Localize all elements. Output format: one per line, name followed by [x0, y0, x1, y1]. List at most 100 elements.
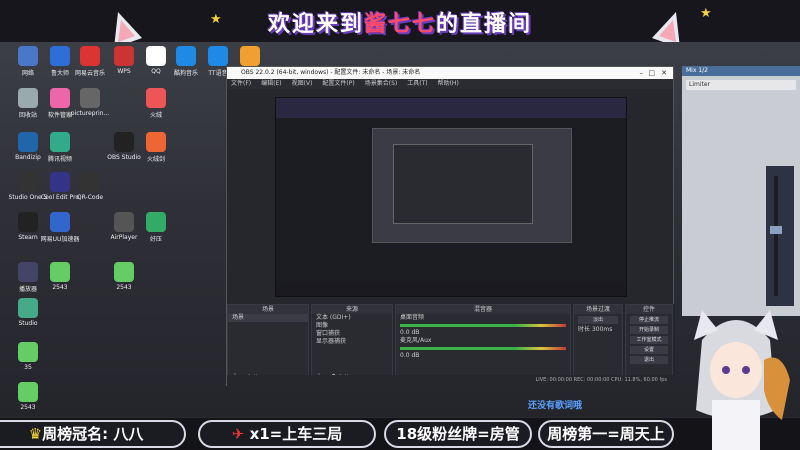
transitions-dock: 场景过渡 淡出 时长 300ms	[573, 304, 623, 384]
source-item[interactable]: 文本 (GDI+)	[312, 314, 392, 322]
fan-pill: 18级粉丝牌=房管	[384, 420, 532, 448]
studio-mixer-panel: Mix 1/2 Limiter	[682, 66, 800, 316]
fan-text: 18级粉丝牌=房管	[396, 425, 520, 443]
desktop-icon[interactable]: 35	[4, 342, 52, 371]
preview-bottom-bar	[276, 281, 626, 296]
obs-status-bar: LIVE: 00:00:00 REC: 00:00:00 CPU: 11.8%,…	[227, 375, 675, 385]
desktop-icon-label: 2543	[52, 284, 68, 291]
app-icon	[146, 132, 166, 152]
app-icon	[146, 212, 166, 232]
menu-item[interactable]: 帮助(H)	[438, 80, 459, 87]
app-icon	[18, 172, 38, 192]
desktop-icon-label: 好压	[149, 236, 162, 243]
app-icon	[208, 46, 228, 66]
weekly-sponsor-pill: ♛周榜冠名: 八八	[0, 420, 186, 448]
obs-menubar: 文件(F) 编辑(E) 视图(V) 配置文件(P) 场景集合(S) 工具(T) 帮助(H)	[227, 79, 673, 89]
app-icon	[18, 262, 38, 282]
minimize-icon[interactable]: –	[640, 67, 644, 79]
week1-pill: 周榜第一=周天上车	[538, 420, 674, 450]
banner-title-part: 欢迎来到	[267, 12, 364, 37]
desktop-icon[interactable]: 火绒	[132, 88, 180, 119]
menu-item[interactable]: 场景集合(S)	[365, 80, 398, 87]
app-icon	[176, 46, 196, 66]
week1-text: 周榜第一=周天上车	[547, 425, 665, 450]
crown-icon: ♛	[28, 425, 43, 443]
desktop-icon[interactable]: 好压	[132, 212, 180, 243]
app-icon	[18, 298, 38, 318]
obs-titlebar: OBS 22.0.2 (64-bit, windows) - 配置文件: 未命名…	[227, 67, 673, 79]
audio-channel-label: 麦克风/Aux	[400, 337, 432, 344]
mixer-title: Mix 1/2	[682, 66, 800, 76]
close-icon[interactable]: ✕	[661, 67, 667, 79]
mixer-header: 混音器	[396, 305, 570, 314]
desktop-icon[interactable]: pictureprin...	[66, 88, 114, 117]
desktop-icon[interactable]: 2543	[36, 262, 84, 291]
audio-meter	[400, 347, 566, 350]
scene-item[interactable]: 场景	[228, 314, 308, 322]
stop-streaming-button[interactable]: 停止推流	[630, 316, 668, 324]
duration-label: 时长	[578, 326, 591, 333]
app-icon	[80, 172, 100, 192]
desktop-icon-label: 2543	[20, 404, 36, 411]
menu-item[interactable]: 编辑(E)	[261, 80, 281, 87]
desktop-icon[interactable]: 火绒剑	[132, 132, 180, 163]
banner-title: 欢迎来到酱七七的直播间	[0, 6, 800, 38]
weekly-name: 八八	[113, 425, 144, 443]
preview-banner	[276, 98, 626, 118]
desktop-icon[interactable]: 2543	[100, 262, 148, 291]
desktop-icon-label: 网易UU加速器	[40, 236, 80, 243]
exit-button[interactable]: 退出	[630, 356, 668, 364]
app-icon	[80, 88, 100, 108]
desktop-icon[interactable]: 网易UU加速器	[36, 212, 84, 243]
app-icon	[114, 262, 134, 282]
desktop-icon[interactable]: Bandizip	[4, 132, 52, 161]
obs-preview[interactable]	[275, 97, 627, 297]
desktop-icon-label: pictureprin...	[70, 110, 110, 117]
app-icon	[18, 382, 38, 402]
obs-docks: 场景 场景 ＋ − ∧ ∨ 来源 文本 (GDI+) 图像 窗口捕获 显示器捕获…	[227, 304, 675, 386]
app-icon	[18, 46, 38, 66]
transition-select[interactable]: 淡出	[578, 316, 618, 324]
obs-title: OBS 22.0.2 (64-bit, windows) - 配置文件: 未命名…	[241, 69, 421, 76]
settings-button[interactable]: 设置	[630, 346, 668, 354]
app-icon	[18, 132, 38, 152]
app-icon	[146, 88, 166, 108]
x1-pill: ✈ x1=上车三局	[198, 420, 376, 448]
app-icon	[114, 212, 134, 232]
app-icon	[114, 46, 134, 66]
desktop-icon-label: 火绒	[149, 112, 162, 119]
app-icon	[18, 212, 38, 232]
desktop-icon[interactable]: Studio	[4, 298, 52, 327]
source-item[interactable]: 显示器捕获	[312, 338, 392, 346]
source-item[interactable]: 图像	[312, 322, 392, 330]
desktop-icon-label: Bandizip	[15, 154, 41, 161]
duration-value[interactable]: 300ms	[592, 326, 612, 333]
mixer-strip[interactable]	[766, 166, 794, 306]
desktop-icon[interactable]: QR-Code	[66, 172, 114, 201]
menu-item[interactable]: 文件(F)	[231, 80, 251, 87]
menu-item[interactable]: 配置文件(P)	[322, 80, 354, 87]
controls-header: 控件	[626, 305, 672, 314]
desktop-icon[interactable]: 2543	[4, 382, 52, 411]
banner-title-name: 酱七七	[363, 12, 436, 37]
banner-title-part: 的直播间	[436, 12, 533, 37]
app-icon	[18, 342, 38, 362]
source-item[interactable]: 窗口捕获	[312, 330, 392, 338]
app-icon	[114, 132, 134, 152]
maximize-icon[interactable]: □	[648, 67, 655, 79]
controls-dock: 控件 停止推流 开始录制 工作室模式 设置 退出	[625, 304, 673, 384]
fader-handle[interactable]	[770, 226, 782, 234]
start-recording-button[interactable]: 开始录制	[630, 326, 668, 334]
app-icon	[50, 212, 70, 232]
obs-window: OBS 22.0.2 (64-bit, windows) - 配置文件: 未命名…	[226, 66, 675, 386]
app-icon	[50, 262, 70, 282]
app-icon	[240, 46, 260, 66]
menu-item[interactable]: 视图(V)	[292, 80, 313, 87]
audio-level: 0.0 dB	[400, 329, 420, 336]
studio-mode-button[interactable]: 工作室模式	[630, 336, 668, 344]
app-icon	[50, 132, 70, 152]
x1-text: x1=上车三局	[249, 425, 343, 443]
desktop-icon-label: 35	[24, 364, 32, 371]
mixer-label: Limiter	[686, 80, 796, 90]
menu-item[interactable]: 工具(T)	[407, 80, 427, 87]
